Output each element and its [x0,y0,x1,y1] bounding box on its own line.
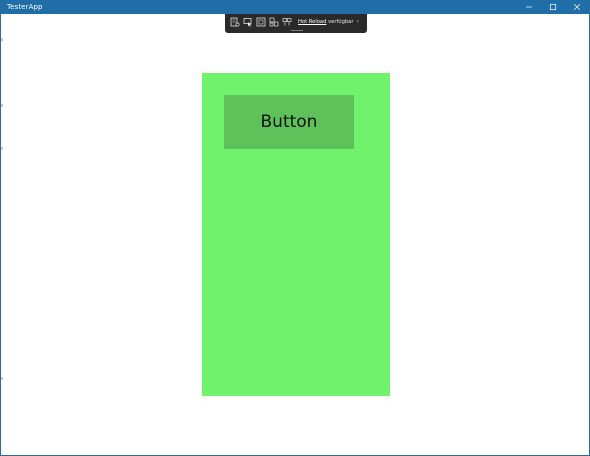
title-bar[interactable]: TesterApp [1,0,589,14]
live-visual-tree-button[interactable] [230,17,240,27]
collapse-toolbar-chevron-icon[interactable]: ‹ [356,17,358,27]
app-window: TesterApp Hot Reload verfügbar ‹ Button [0,0,590,456]
minimize-button[interactable] [517,0,541,14]
display-layout-adorners-icon [256,17,266,27]
main-button[interactable]: Button [224,95,354,149]
live-visual-tree-icon [230,17,240,27]
hot-reload-availability: verfügbar [328,19,354,25]
track-focus-icon [269,17,279,27]
window-edge-mark [1,147,3,150]
minimize-icon [526,6,532,8]
caption-buttons [517,0,589,14]
window-edge-mark [1,104,3,107]
binding-failures-button[interactable] [282,17,292,27]
select-element-button[interactable] [243,17,253,27]
green-content-panel: Button [202,73,390,396]
display-layout-adorners-button[interactable] [256,17,266,27]
xaml-debug-toolbar: Hot Reload verfügbar ‹ [225,14,367,33]
binding-failures-icon [282,18,292,26]
track-focus-button[interactable] [269,17,279,27]
toolbar-drag-handle[interactable] [291,30,303,31]
hot-reload-status: Hot Reload verfügbar [298,17,353,27]
close-icon [573,3,581,11]
maximize-button[interactable] [541,0,565,14]
window-edge-mark [1,38,3,41]
maximize-icon [549,3,557,11]
select-element-icon [243,18,252,27]
window-edge-mark [1,377,3,380]
hot-reload-link[interactable]: Hot Reload [298,19,326,25]
close-button[interactable] [565,0,589,14]
window-title: TesterApp [7,3,43,11]
